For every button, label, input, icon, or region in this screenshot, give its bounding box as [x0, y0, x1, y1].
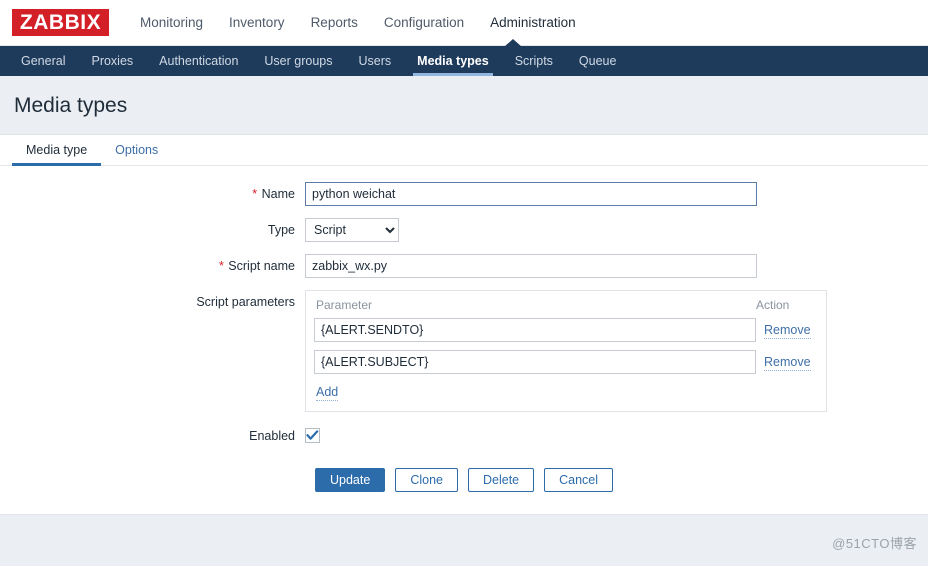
form-row-name: * Name [0, 182, 928, 206]
script-parameter-input-2[interactable] [314, 350, 756, 374]
form-tabs: Media type Options [0, 135, 928, 166]
type-select[interactable]: Script [305, 218, 399, 242]
script-name-label: * Script name [0, 254, 305, 278]
script-parameters-label: Script parameters [196, 295, 295, 309]
sub-nav-item-general[interactable]: General [8, 46, 78, 76]
sub-navigation: General Proxies Authentication User grou… [0, 39, 928, 76]
column-header-parameter: Parameter [316, 298, 373, 312]
script-parameters-field-wrap: Parameter Action Remove R [305, 290, 928, 412]
script-name-input[interactable] [305, 254, 757, 278]
media-type-form: * Name Type Script * [0, 166, 928, 514]
script-parameter-action-2: Remove [756, 353, 818, 371]
form-row-enabled: Enabled [0, 424, 928, 448]
remove-parameter-link-1[interactable]: Remove [764, 323, 811, 339]
remove-parameter-link-2[interactable]: Remove [764, 355, 811, 371]
main-nav-item-inventory[interactable]: Inventory [216, 0, 298, 46]
update-button[interactable]: Update [315, 468, 386, 492]
add-parameter-link[interactable]: Add [316, 385, 339, 401]
page-title: Media types [14, 94, 128, 117]
form-action-buttons: Update Clone Delete Cancel [0, 468, 928, 514]
name-label: * Name [0, 182, 305, 206]
table-row: Remove [314, 318, 818, 342]
delete-button[interactable]: Delete [467, 468, 535, 492]
name-input[interactable] [305, 182, 757, 206]
form-row-script-parameters: Script parameters Parameter Action Remov… [0, 290, 928, 412]
cancel-button[interactable]: Cancel [544, 468, 614, 492]
sub-nav-item-authentication[interactable]: Authentication [146, 46, 251, 76]
tab-options[interactable]: Options [101, 135, 172, 165]
script-parameters-header-row: Parameter Action [314, 298, 818, 318]
add-parameter-wrap: Add [314, 382, 818, 403]
top-header: ZABBIX Monitoring Inventory Reports Conf… [0, 0, 928, 46]
script-name-field-wrap [305, 254, 928, 278]
media-type-form-panel: Media type Options * Name Type Script [0, 134, 928, 515]
app-root: ZABBIX Monitoring Inventory Reports Conf… [0, 0, 928, 566]
required-asterisk-icon: * [252, 187, 258, 201]
clone-button[interactable]: Clone [395, 468, 458, 492]
checkmark-icon [306, 430, 319, 440]
enabled-checkbox[interactable] [305, 428, 320, 443]
watermark: @51CTO博客 [832, 536, 917, 551]
type-label: Type [267, 223, 295, 237]
form-row-type: Type Script [0, 218, 928, 242]
script-parameters-table: Parameter Action Remove R [305, 290, 827, 412]
page-header: Media types [0, 76, 928, 134]
required-asterisk-icon: * [218, 259, 224, 273]
column-header-action: Action [756, 298, 790, 312]
form-row-script-name: * Script name [0, 254, 928, 278]
main-nav-item-administration[interactable]: Administration [477, 0, 589, 46]
tab-media-type[interactable]: Media type [12, 135, 102, 166]
main-nav-item-reports[interactable]: Reports [298, 0, 371, 46]
enabled-label: Enabled [249, 429, 295, 443]
name-field-wrap [305, 182, 928, 206]
sub-nav-item-queue[interactable]: Queue [566, 46, 630, 76]
script-parameter-action-1: Remove [756, 321, 818, 339]
enabled-field-wrap [305, 424, 928, 446]
table-row: Remove [314, 350, 818, 374]
sub-nav-item-user-groups[interactable]: User groups [251, 46, 345, 76]
sub-nav-item-proxies[interactable]: Proxies [78, 46, 146, 76]
script-parameter-input-1[interactable] [314, 318, 756, 342]
type-field-wrap: Script [305, 218, 928, 242]
main-nav-item-configuration[interactable]: Configuration [371, 0, 477, 46]
name-label-text: Name [261, 187, 295, 201]
sub-nav-item-users[interactable]: Users [346, 46, 405, 76]
sub-nav-item-media-types[interactable]: Media types [404, 46, 502, 76]
main-nav-item-monitoring[interactable]: Monitoring [127, 0, 216, 46]
sub-nav-item-scripts[interactable]: Scripts [502, 46, 566, 76]
script-name-label-text: Script name [228, 259, 295, 273]
zabbix-logo[interactable]: ZABBIX [12, 9, 109, 36]
